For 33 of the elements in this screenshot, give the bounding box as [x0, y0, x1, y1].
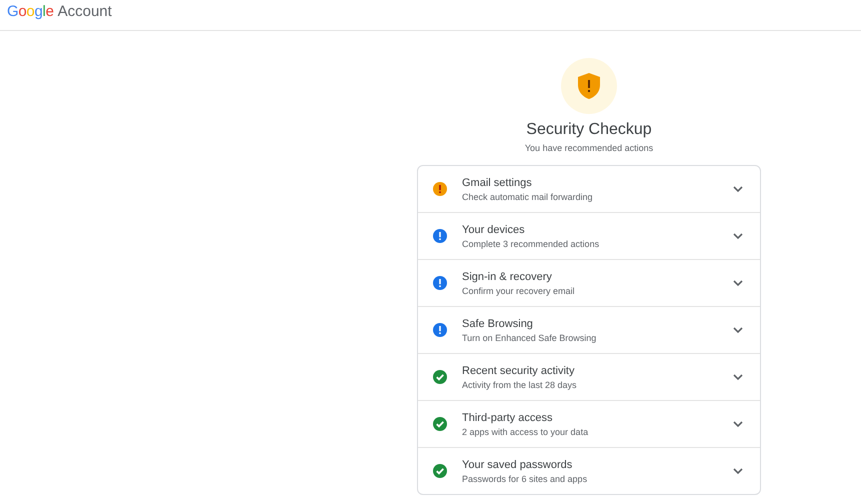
item-description: Check automatic mail forwarding — [462, 192, 594, 202]
item-description: Turn on Enhanced Safe Browsing — [462, 332, 598, 342]
checkup-item[interactable]: Safe Browsing Turn on Enhanced Safe Browsing — [418, 306, 760, 353]
item-title: Safe Browsing — [462, 318, 534, 330]
checkup-item[interactable]: Your saved passwords Passwords for 6 sites and apps — [418, 447, 760, 494]
item-description: 2 apps with access to your data — [462, 426, 590, 436]
item-title: Recent security activity — [462, 364, 576, 376]
page-title: Security Checkup — [526, 121, 652, 139]
logo[interactable]: Google — [7, 2, 54, 20]
chevron-icon[interactable] — [733, 186, 743, 192]
item-title: Sign-in & recovery — [462, 270, 553, 282]
chevron-icon[interactable] — [733, 374, 743, 380]
item-description: Complete 3 recommended actions — [462, 238, 600, 248]
item-description: Passwords for 6 sites and apps — [462, 474, 588, 484]
item-title: Gmail settings — [462, 176, 533, 188]
checkup-item[interactable]: Your devices Complete 3 recommended actions — [418, 212, 760, 259]
checkup-item[interactable]: Third-party access 2 apps with access to your data — [418, 400, 760, 447]
chevron-icon[interactable] — [733, 280, 743, 286]
checkup-item[interactable]: Gmail settings Check automatic mail forwarding — [418, 166, 760, 212]
item-title: Third-party access — [462, 412, 554, 424]
checkup-item[interactable]: Sign-in & recovery Confirm your recovery email — [418, 259, 760, 306]
item-description: Activity from the last 28 days — [462, 380, 578, 390]
product-name: Account — [58, 2, 112, 20]
page-subtitle: You have recommended actions — [524, 143, 654, 153]
item-description: Confirm your recovery email — [462, 286, 576, 296]
item-title: Your devices — [462, 224, 526, 236]
chevron-icon[interactable] — [733, 468, 743, 474]
checkup-item[interactable]: Recent security activity Activity from the last 28 days — [418, 353, 760, 400]
chevron-icon[interactable] — [733, 232, 743, 240]
chevron-icon[interactable] — [733, 326, 743, 334]
shield-icon — [577, 72, 601, 100]
chevron-icon[interactable] — [733, 420, 743, 428]
item-title: Your saved passwords — [462, 458, 574, 470]
